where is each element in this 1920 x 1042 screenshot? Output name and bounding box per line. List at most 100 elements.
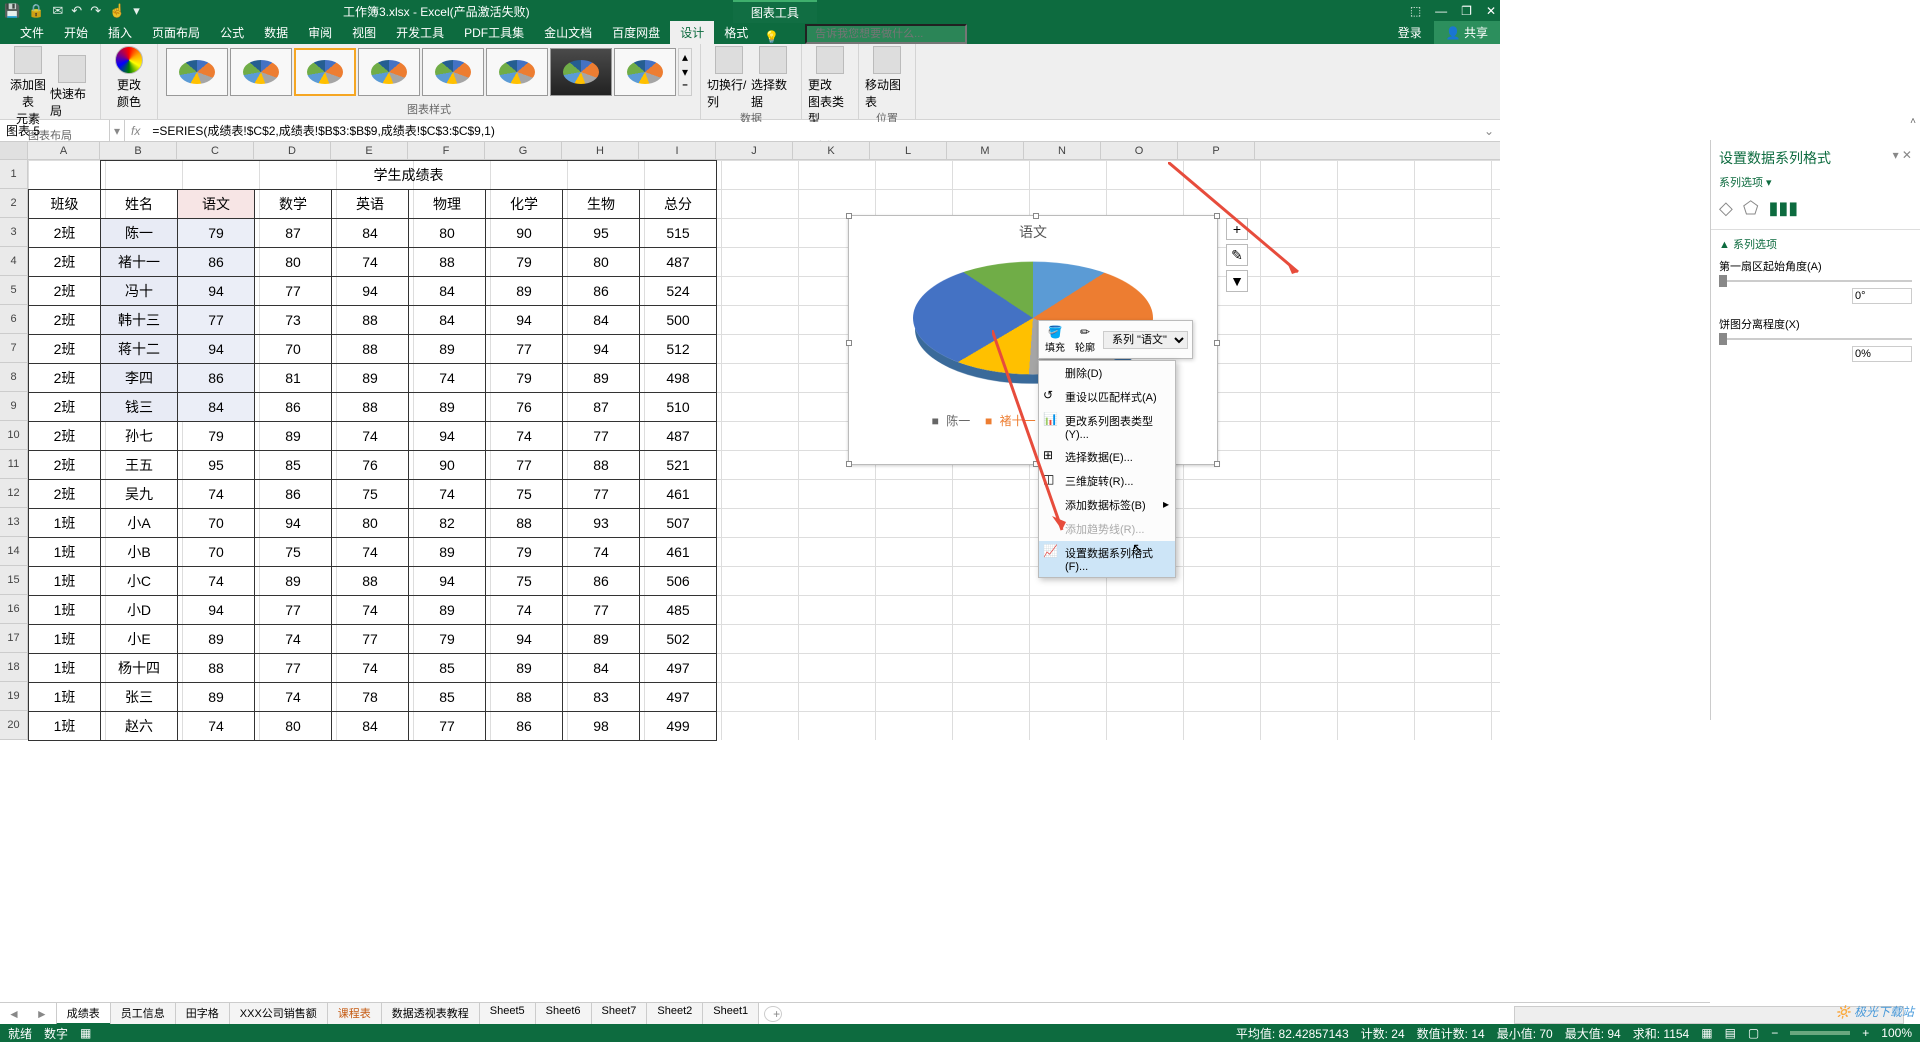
row-header-6[interactable]: 6 xyxy=(0,305,28,334)
cell[interactable]: 77 xyxy=(486,335,563,364)
gallery-more-icon[interactable]: ⁼ xyxy=(679,80,691,94)
cell[interactable]: 74 xyxy=(563,538,640,567)
cell[interactable]: 89 xyxy=(255,567,332,596)
col-header-M[interactable]: M xyxy=(947,142,1024,159)
cell[interactable]: 512 xyxy=(640,335,717,364)
cell[interactable]: 502 xyxy=(640,625,717,654)
col-header-A[interactable]: A xyxy=(28,142,100,159)
cell[interactable]: 507 xyxy=(640,509,717,538)
explode-input[interactable] xyxy=(1852,346,1912,362)
tab-baidu[interactable]: 百度网盘 xyxy=(602,21,670,44)
pane-options-dropdown[interactable]: 系列选项 ▾ xyxy=(1719,174,1912,190)
series-options-section[interactable]: ▲ 系列选项 xyxy=(1719,236,1912,252)
cell[interactable]: 1班 xyxy=(29,683,101,712)
col-header-O[interactable]: O xyxy=(1101,142,1178,159)
row-header-11[interactable]: 11 xyxy=(0,450,28,479)
cell[interactable]: 98 xyxy=(563,712,640,741)
effects-icon[interactable]: ⬠ xyxy=(1743,198,1759,219)
cell[interactable]: 89 xyxy=(409,335,486,364)
cell[interactable]: 94 xyxy=(178,596,255,625)
chart-filters-button[interactable]: ▼ xyxy=(1226,270,1248,292)
cell[interactable]: 86 xyxy=(178,364,255,393)
cell[interactable]: 74 xyxy=(255,683,332,712)
tab-insert[interactable]: 插入 xyxy=(98,21,142,44)
share-button[interactable]: 👤 共享 xyxy=(1434,21,1500,44)
col-header-J[interactable]: J xyxy=(716,142,793,159)
cell[interactable]: 74 xyxy=(332,538,409,567)
row-header-16[interactable]: 16 xyxy=(0,595,28,624)
cell[interactable]: 张三 xyxy=(101,683,178,712)
chart-elements-button[interactable]: + xyxy=(1226,218,1248,240)
row-header-2[interactable]: 2 xyxy=(0,189,28,218)
table-header[interactable]: 物理 xyxy=(409,190,486,219)
cell[interactable]: 86 xyxy=(486,712,563,741)
zoom-slider[interactable] xyxy=(1790,1031,1850,1035)
cell[interactable]: 86 xyxy=(178,248,255,277)
cell[interactable]: 2班 xyxy=(29,306,101,335)
cell[interactable]: 89 xyxy=(255,422,332,451)
cell[interactable]: 87 xyxy=(255,219,332,248)
sheet-tab[interactable]: Sheet5 xyxy=(479,1002,536,1025)
cell[interactable]: 94 xyxy=(409,422,486,451)
select-data-button[interactable]: 选择数据 xyxy=(751,46,795,110)
cell[interactable]: 88 xyxy=(409,248,486,277)
cell[interactable]: 506 xyxy=(640,567,717,596)
cell[interactable]: 韩十三 xyxy=(101,306,178,335)
chart-style-6[interactable] xyxy=(486,48,548,96)
cell[interactable]: 94 xyxy=(255,509,332,538)
cell[interactable]: 83 xyxy=(563,683,640,712)
cell[interactable]: 88 xyxy=(486,683,563,712)
context-menu-item[interactable]: 添加数据标签(B)▸ xyxy=(1039,493,1175,517)
add-chart-element-button[interactable]: 添加图表 元素 xyxy=(6,46,50,127)
cell[interactable]: 499 xyxy=(640,712,717,741)
cell[interactable]: 89 xyxy=(332,364,409,393)
cell[interactable]: 80 xyxy=(255,248,332,277)
new-sheet-button[interactable]: + xyxy=(764,1006,782,1022)
cell[interactable]: 76 xyxy=(486,393,563,422)
tab-pdf[interactable]: PDF工具集 xyxy=(454,21,534,44)
col-header-K[interactable]: K xyxy=(793,142,870,159)
tab-file[interactable]: 文件 xyxy=(10,21,54,44)
zoom-level[interactable]: 100% xyxy=(1881,1026,1912,1040)
cell[interactable]: 95 xyxy=(563,219,640,248)
login-button[interactable]: 登录 xyxy=(1386,21,1434,44)
select-all-corner[interactable] xyxy=(0,142,28,159)
cell[interactable]: 515 xyxy=(640,219,717,248)
sheet-tab[interactable]: Sheet7 xyxy=(591,1002,648,1025)
cell[interactable]: 77 xyxy=(563,422,640,451)
chart-title[interactable]: 语文 xyxy=(849,216,1217,248)
cell[interactable]: 78 xyxy=(332,683,409,712)
sheet-nav-next-icon[interactable]: ► xyxy=(28,1007,56,1021)
cell[interactable]: 赵六 xyxy=(101,712,178,741)
tab-developer[interactable]: 开发工具 xyxy=(386,21,454,44)
tell-me-input[interactable] xyxy=(805,24,967,44)
gallery-down-icon[interactable]: ▾ xyxy=(679,65,691,79)
col-header-I[interactable]: I xyxy=(639,142,716,159)
cell[interactable]: 88 xyxy=(332,393,409,422)
chart-style-1[interactable] xyxy=(166,48,228,96)
cell[interactable]: 79 xyxy=(178,219,255,248)
cell[interactable]: 2班 xyxy=(29,277,101,306)
cell[interactable]: 89 xyxy=(409,596,486,625)
cell[interactable]: 89 xyxy=(409,538,486,567)
cell[interactable]: 521 xyxy=(640,451,717,480)
qat-more-icon[interactable]: ▾ xyxy=(133,3,140,19)
cell[interactable]: 510 xyxy=(640,393,717,422)
cell[interactable]: 86 xyxy=(563,277,640,306)
cell[interactable]: 冯十 xyxy=(101,277,178,306)
cell[interactable]: 77 xyxy=(255,277,332,306)
table-header[interactable]: 班级 xyxy=(29,190,101,219)
row-header-17[interactable]: 17 xyxy=(0,624,28,653)
cell[interactable]: 小A xyxy=(101,509,178,538)
row-header-3[interactable]: 3 xyxy=(0,218,28,247)
worksheet-grid[interactable]: 1234567891011121314151617181920 学生成绩表 班级… xyxy=(0,160,1500,740)
cell[interactable]: 89 xyxy=(178,683,255,712)
cell[interactable]: 88 xyxy=(332,335,409,364)
cell[interactable]: 2班 xyxy=(29,480,101,509)
cell[interactable]: 94 xyxy=(486,306,563,335)
cell[interactable]: 77 xyxy=(563,480,640,509)
redo-icon[interactable]: ↷ xyxy=(90,3,101,19)
ribbon-options-icon[interactable]: ⬚ xyxy=(1410,4,1421,18)
cell[interactable]: 84 xyxy=(178,393,255,422)
cell[interactable]: 79 xyxy=(486,364,563,393)
